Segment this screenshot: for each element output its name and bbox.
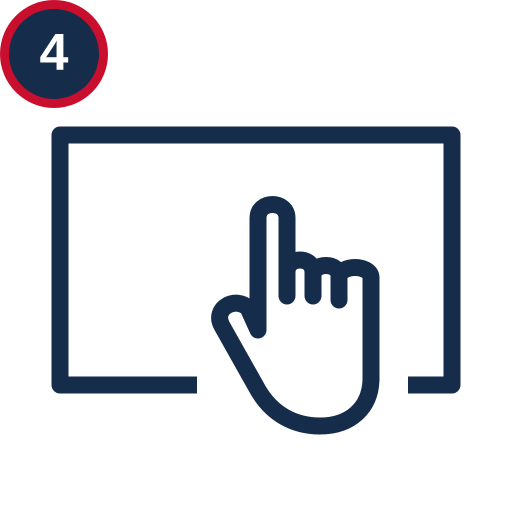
pointing-hand-icon: [211, 196, 380, 435]
step-illustration: 4: [0, 0, 512, 512]
touchscreen-tap-icon: [51, 126, 461, 435]
